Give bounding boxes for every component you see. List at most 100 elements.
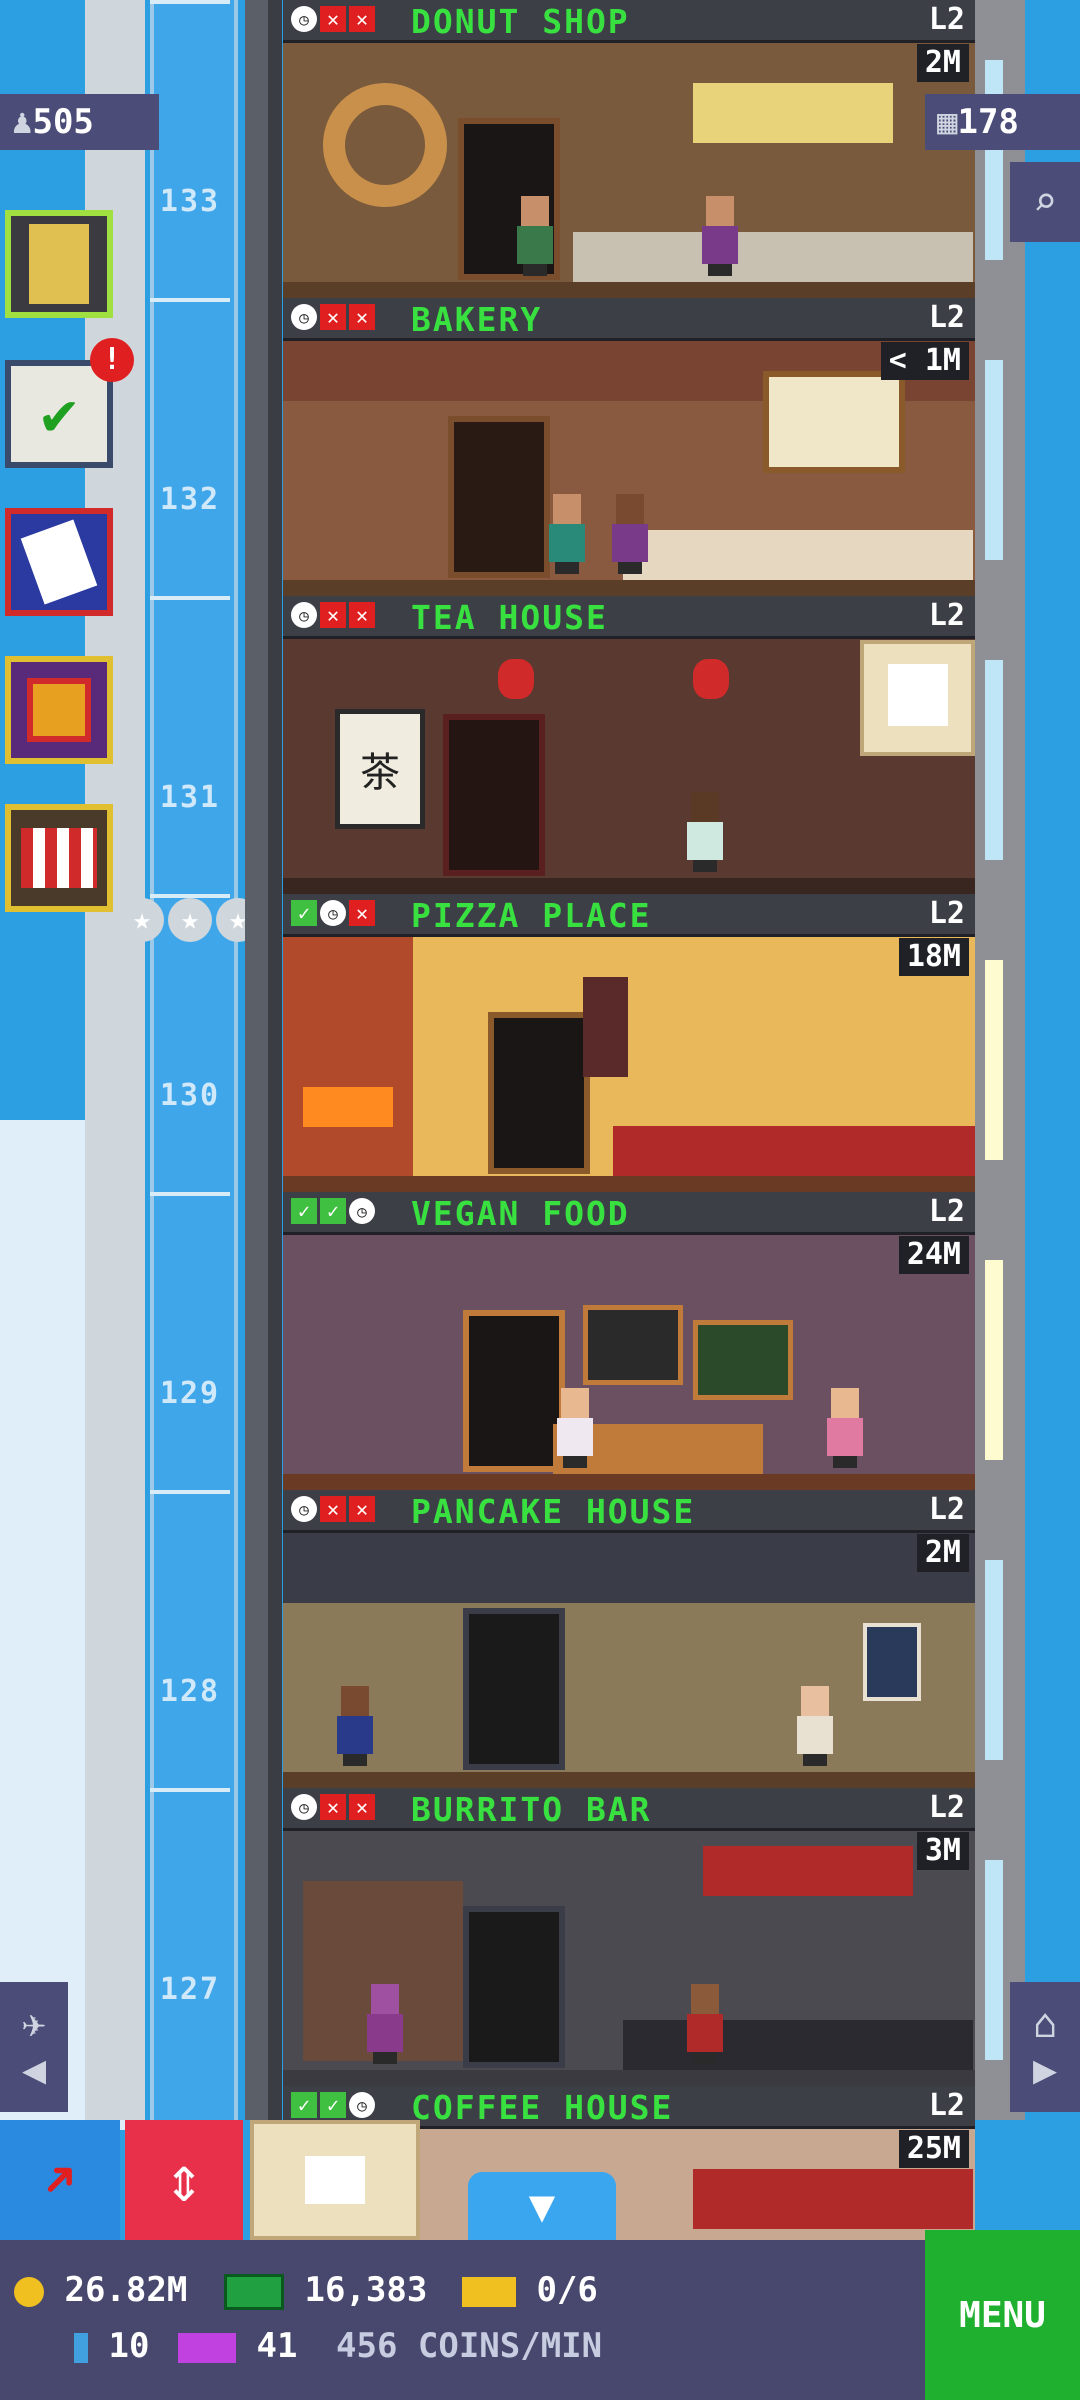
market-stall-icon [21,828,97,888]
floor-status-icons: ✓ ◷ ✕ [291,900,375,926]
check-icon: ✓ [291,1198,317,1224]
shaft-floor [150,1192,230,1494]
restock-box-button[interactable] [860,640,975,756]
clock-icon: ◷ [291,602,317,628]
chevron-down-icon: ▼ [528,2180,556,2232]
elevator-nav-left-button[interactable]: ✈ ◀ [0,1982,68,2112]
floor-burrito-bar[interactable]: ◷ ✕ ✕ BURRITO BAR L2 3M [283,1788,975,2086]
counter [613,1126,975,1176]
floor-level: L2 [928,300,965,335]
floor-name: DONUT SHOP [411,2,630,41]
elevator-car-stars[interactable]: ★ ★ ★ [120,898,260,942]
room-door [463,1310,565,1472]
menu-board [693,83,893,143]
room-interior [283,937,975,1192]
shopkeeper [683,1984,727,2064]
counter [623,2020,973,2070]
floor-price: 25M [898,2130,969,2168]
floor-level: L2 [928,1492,965,1527]
tower-overview-button[interactable] [5,210,113,318]
calendar-button[interactable] [5,508,113,616]
tower-window [985,360,1003,560]
floor-header: ◷ ✕ ✕ DONUT SHOP L2 [283,0,975,43]
x-icon: ✕ [320,6,346,32]
x-icon: ✕ [320,304,346,330]
coin-rate: 456 COINS/MIN [336,2326,603,2366]
shaft-floor-number: 129 [159,1376,221,1411]
floor-pancake-house[interactable]: ◷ ✕ ✕ PANCAKE HOUSE L2 2M [283,1490,975,1788]
resource-bar [0,2240,925,2400]
shaft-floor [150,1490,230,1792]
room-door [463,1608,565,1770]
tower-window [985,1560,1003,1760]
arrow-right-icon: ▶ [1032,2047,1058,2093]
lantern-icon [693,659,729,699]
chalk-menu [693,1320,793,1400]
clock-icon: ◷ [349,1198,375,1224]
display-case [623,530,973,580]
floor-header: ◷ ✕ ✕ BAKERY L2 [283,298,975,341]
market-button[interactable] [5,804,113,912]
elevator-nav-right-button[interactable]: ⌂ ▶ [1010,1982,1080,2112]
collapse-toolbar-button[interactable]: ▼ [468,2172,616,2240]
floor-level: L2 [928,896,965,931]
clock-icon: ◷ [291,6,317,32]
clock-icon: ◷ [291,1496,317,1522]
tower-window [985,660,1003,860]
shaft-floor [150,1788,230,2090]
gift-button[interactable] [5,656,113,764]
star-icon: ★ [168,898,212,942]
elevator-track [85,0,145,2120]
tower-rail [268,0,282,2120]
coins-value: 26.82M [64,2270,188,2310]
floor-counter-value: 178 [957,102,1019,142]
shaft-floor [150,298,230,600]
population-counter[interactable]: ♟505 [0,94,159,150]
person-icon: ♟ [12,102,33,142]
vip-stat: 41 [178,2326,297,2366]
tower-window [985,960,1003,1160]
floor-level: L2 [928,1194,965,1229]
bux-value: 16,383 [304,2270,428,2310]
floor-name: BURRITO BAR [411,1790,652,1829]
menu-button[interactable]: MENU [925,2230,1080,2400]
pointer-arrow-icon: ➜ [22,2142,98,2218]
deliveries-button[interactable] [250,2120,420,2240]
floor-name: VEGAN FOOD [411,1194,630,1233]
room-interior [283,43,975,298]
room-interior [283,1831,975,2086]
floor-vegan-food[interactable]: ✓ ✓ ◷ VEGAN FOOD L2 24M [283,1192,975,1490]
floor-counter[interactable]: ▦178 [925,94,1080,150]
floor-header: ✓ ◷ ✕ PIZZA PLACE L2 [283,894,975,937]
floor-price: 2M [916,1534,969,1572]
shaft-floor-number: 130 [159,1078,221,1113]
customer [513,196,557,276]
vip-value: 41 [256,2326,298,2366]
room-door [463,1906,565,2068]
gift-icon [27,678,91,742]
ticket-icon [462,2276,516,2307]
floor-pizza-place[interactable]: ✓ ◷ ✕ PIZZA PLACE L2 18M [283,894,975,1192]
notification-badge: ! [90,338,134,382]
customer [333,1686,377,1766]
build-button[interactable]: ➜ [0,2120,120,2240]
room-door [488,1012,590,1174]
menu-board [763,371,905,473]
floor-status-icons: ◷ ✕ ✕ [291,1496,375,1522]
star-icon: ★ [120,898,164,942]
keys-stat: 10 [74,2326,149,2366]
floor-bakery[interactable]: ◷ ✕ ✕ BAKERY L2 < 1M [283,298,975,596]
elevator-button[interactable]: ⇕ [125,2120,243,2240]
room-door [448,416,550,578]
tower-window [985,1860,1003,2060]
search-button[interactable]: ⌕ [1010,162,1080,242]
brick-oven [283,937,413,1177]
key-icon [74,2332,88,2363]
x-icon: ✕ [349,1496,375,1522]
oven-fire [303,1087,393,1127]
floor-tea-house[interactable]: 茶 ◷ ✕ ✕ TEA HOUSE L2 [283,596,975,894]
donut-sign [323,83,447,207]
floor-donut-shop[interactable]: ◷ ✕ ✕ DONUT SHOP L2 2M [283,0,975,298]
x-icon: ✕ [349,304,375,330]
floor-header: ◷ ✕ ✕ BURRITO BAR L2 [283,1788,975,1831]
